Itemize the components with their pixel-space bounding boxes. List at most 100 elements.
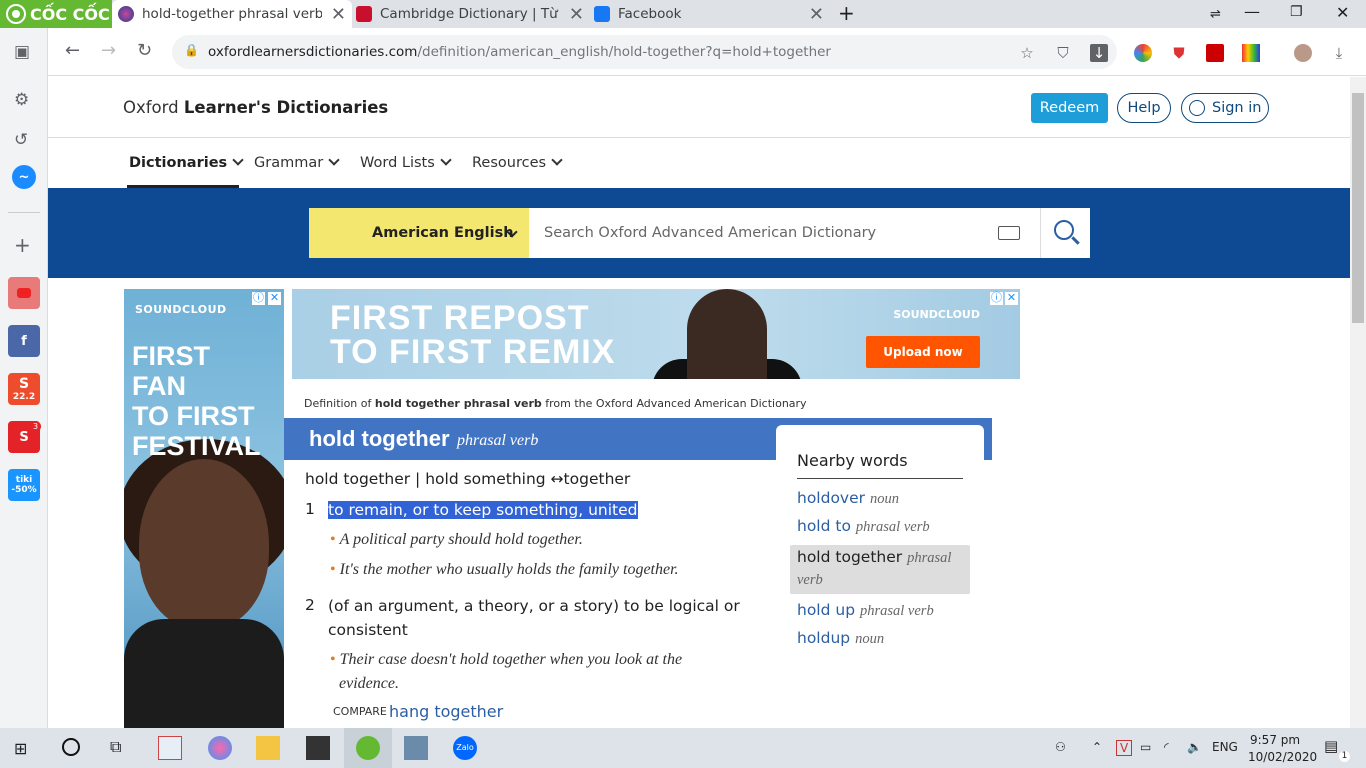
brand-plain: Oxford	[123, 98, 184, 117]
youtube-icon[interactable]	[8, 277, 40, 309]
reload-icon[interactable]: ↻	[137, 40, 152, 61]
nearby-item-pos-cont: verb	[797, 570, 823, 589]
shopee-badge: 22.2	[12, 392, 36, 402]
app-paint-icon[interactable]	[208, 736, 232, 760]
tab-oxford[interactable]: hold-together phrasal verb - O ✕	[112, 0, 352, 28]
messenger-icon[interactable]: ~	[12, 165, 36, 189]
facebook-icon[interactable]: f	[8, 325, 40, 357]
ad-headline: FIRST FAN TO FIRST FESTIVAL	[132, 341, 261, 461]
adblock-icon[interactable]: ⛊	[1170, 44, 1188, 62]
nav-word-lists[interactable]: Word Lists	[360, 154, 452, 171]
ad-close-icon[interactable]: ✕	[1005, 292, 1018, 305]
address-bar[interactable]: 🔒 oxfordlearnersdictionaries.com/definit…	[172, 35, 1117, 69]
downloads-icon[interactable]: ⤓	[1330, 44, 1348, 62]
tab-cambridge[interactable]: Cambridge Dictionary | Từ điể ✕	[352, 0, 590, 28]
shopee-icon[interactable]: S 22.2	[8, 373, 40, 405]
tray-up-icon[interactable]: ⌃	[1092, 740, 1102, 754]
add-shortcut-icon[interactable]: +	[14, 233, 31, 257]
sticky-notes-icon[interactable]	[306, 736, 330, 760]
close-tab-icon[interactable]: ✕	[809, 4, 824, 25]
nearby-item[interactable]: hold up phrasal verb	[797, 601, 934, 620]
nav-resources[interactable]: Resources	[472, 154, 563, 171]
scrollbar-thumb[interactable]	[1352, 93, 1364, 323]
facebook-favicon-icon	[594, 6, 610, 22]
search-icon-handle	[1071, 236, 1080, 245]
app-sheet-icon[interactable]	[158, 736, 182, 760]
close-tab-icon[interactable]: ✕	[331, 4, 346, 25]
oxford-favicon-icon	[118, 6, 134, 22]
clock-date[interactable]: 10/02/2020	[1248, 750, 1317, 764]
search-button[interactable]	[1040, 208, 1090, 258]
extension-color-icon[interactable]	[1242, 44, 1260, 62]
compare-link[interactable]: hang together	[389, 702, 503, 721]
notifications-icon[interactable]: ▤	[1324, 737, 1338, 755]
zalo-icon[interactable]: Zalo	[453, 736, 477, 760]
close-window-icon[interactable]: ✕	[1336, 3, 1349, 22]
nearby-item[interactable]: holdover noun	[797, 489, 899, 508]
wifi-icon[interactable]: ◜	[1164, 740, 1169, 754]
minimize-icon[interactable]: —	[1244, 2, 1260, 21]
ad-banner-top[interactable]: FIRST REPOST TO FIRST REMIX SOUNDCLOUD U…	[292, 289, 1020, 379]
close-tab-icon[interactable]: ✕	[569, 4, 584, 25]
example-text: It's the mother who usually holds the fa…	[339, 561, 679, 578]
dictionary-label: American English	[372, 225, 514, 241]
coccoc-logo[interactable]: CỐC CỐC	[0, 0, 112, 28]
extension-red-icon[interactable]	[1206, 44, 1224, 62]
forward-icon[interactable]: →	[101, 40, 116, 61]
download-arrow-icon[interactable]: ↓	[1090, 44, 1108, 62]
dictionary-select[interactable]: American English	[309, 208, 529, 258]
settings-gear-icon[interactable]: ⚙	[14, 90, 29, 110]
ad-banner-left[interactable]: SOUNDCLOUD FIRST FAN TO FIRST FESTIVAL ⓘ…	[124, 289, 284, 728]
battery-icon[interactable]: ▭	[1140, 740, 1151, 754]
search-input[interactable]: Search Oxford Advanced American Dictiona…	[529, 208, 1040, 258]
keyboard-icon[interactable]	[998, 226, 1020, 240]
tab-search-icon[interactable]: ⇌	[1210, 7, 1221, 22]
nav-grammar[interactable]: Grammar	[254, 154, 340, 171]
language-indicator[interactable]: ENG	[1212, 740, 1238, 754]
source-suffix: from the Oxford Advanced American Dictio…	[541, 397, 807, 410]
volume-icon[interactable]: 🔈	[1187, 740, 1202, 754]
adchoices-icon[interactable]: ⓘ	[252, 292, 265, 305]
people-icon[interactable]: ⚇	[1055, 740, 1066, 754]
task-view-icon[interactable]: ⧉	[110, 737, 134, 761]
adchoices-icon[interactable]: ⓘ	[990, 292, 1003, 305]
nav-label: Word Lists	[360, 155, 435, 171]
restore-icon[interactable]: ❐	[1290, 4, 1303, 20]
tiki-icon[interactable]: tiki -50%	[8, 469, 40, 501]
bookmark-star-icon[interactable]: ☆	[1018, 44, 1036, 62]
shield-icon[interactable]: ⛉	[1054, 44, 1072, 62]
sidebar-toggle-icon[interactable]: ▣	[14, 42, 30, 62]
clock-time[interactable]: 9:57 pm	[1250, 733, 1300, 747]
chevron-down-icon	[328, 154, 340, 166]
profile-avatar[interactable]	[1294, 44, 1312, 62]
back-icon[interactable]: ←	[65, 40, 80, 61]
file-explorer-icon[interactable]	[256, 736, 280, 760]
coccoc-taskbar-icon[interactable]	[356, 736, 380, 760]
url-path: /definition/american_english/hold-togeth…	[417, 44, 831, 60]
redeem-button[interactable]: Redeem	[1031, 93, 1108, 123]
windows-start-icon[interactable]: ⊞	[14, 739, 38, 763]
nearby-item[interactable]: hold to phrasal verb	[797, 517, 930, 536]
search-circle-icon[interactable]	[62, 738, 80, 756]
sign-in-button[interactable]: Sign in	[1181, 93, 1269, 123]
nav-dictionaries[interactable]: Dictionaries	[129, 154, 244, 171]
chrome-extension-icon[interactable]	[1134, 44, 1152, 62]
chevron-down-icon	[440, 154, 452, 166]
app-window-icon[interactable]	[404, 736, 428, 760]
tab-title: hold-together phrasal verb - O	[142, 6, 322, 22]
tray-v-icon[interactable]: V	[1116, 740, 1133, 756]
nearby-pos: verb	[797, 572, 823, 588]
nearby-item[interactable]: holdup noun	[797, 629, 884, 648]
upload-now-button[interactable]: Upload now	[866, 336, 980, 368]
tab-title: Facebook	[618, 6, 682, 22]
nearby-words-panel: Nearby words holdover noun hold to phras…	[776, 425, 984, 725]
help-button[interactable]: Help	[1117, 93, 1171, 123]
soundcloud-logo: SOUNDCLOUD	[893, 308, 980, 321]
tab-facebook[interactable]: Facebook ✕	[590, 0, 830, 28]
nearby-item[interactable]: hold together phrasal	[797, 548, 951, 567]
history-icon[interactable]: ↺	[14, 130, 28, 150]
ad-line: FIRST	[132, 341, 210, 371]
new-tab-icon[interactable]: +	[838, 1, 855, 25]
ad-close-icon[interactable]: ✕	[268, 292, 281, 305]
site-logo[interactable]: Oxford Learner's Dictionaries	[123, 98, 388, 117]
